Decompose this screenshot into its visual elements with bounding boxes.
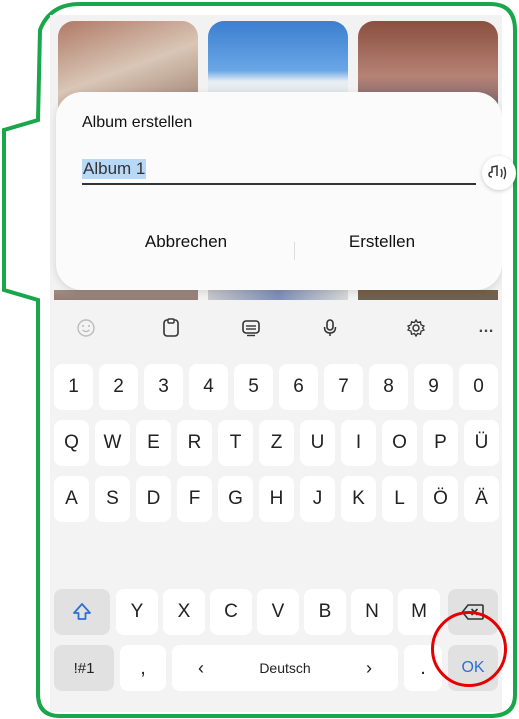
letter-key[interactable]: V bbox=[257, 589, 299, 635]
album-name-value[interactable]: Album 1 bbox=[82, 159, 147, 179]
space-key-label: Deutsch bbox=[259, 660, 311, 676]
number-key[interactable]: 5 bbox=[234, 364, 273, 410]
create-album-dialog: Album erstellen Album 1 Abbrechen Erstel… bbox=[56, 92, 502, 290]
phone-screen: Album erstellen Album 1 Abbrechen Erstel… bbox=[50, 15, 502, 712]
letter-key[interactable]: J bbox=[300, 476, 335, 522]
letter-key[interactable]: H bbox=[259, 476, 294, 522]
letter-key[interactable]: Q bbox=[54, 420, 89, 466]
keyboard-mode-icon[interactable] bbox=[239, 316, 263, 340]
letter-key[interactable]: B bbox=[304, 589, 346, 635]
keyboard: … 1234567890 QWERTZUIOPÜ ASDFGHJKLÖÄ YXC… bbox=[50, 300, 502, 712]
space-key[interactable]: ‹ Deutsch › bbox=[172, 645, 398, 691]
letter-key[interactable]: M bbox=[398, 589, 440, 635]
number-key[interactable]: 2 bbox=[99, 364, 138, 410]
letter-key[interactable]: U bbox=[300, 420, 335, 466]
letter-key[interactable]: P bbox=[423, 420, 458, 466]
letter-key[interactable]: F bbox=[177, 476, 212, 522]
letter-key[interactable]: G bbox=[218, 476, 253, 522]
number-key[interactable]: 1 bbox=[54, 364, 93, 410]
number-key[interactable]: 0 bbox=[459, 364, 498, 410]
letter-key[interactable]: T bbox=[218, 420, 253, 466]
ok-key[interactable]: OK bbox=[448, 645, 498, 691]
letter-key[interactable]: Ä bbox=[464, 476, 499, 522]
number-key[interactable]: 3 bbox=[144, 364, 183, 410]
letter-key[interactable]: A bbox=[54, 476, 89, 522]
backspace-key[interactable] bbox=[448, 589, 498, 635]
letter-key[interactable]: D bbox=[136, 476, 171, 522]
more-options-button[interactable]: … bbox=[474, 316, 498, 340]
number-key[interactable]: 4 bbox=[189, 364, 228, 410]
symbols-key[interactable]: !#1 bbox=[54, 645, 114, 691]
cancel-button[interactable]: Abbrechen bbox=[96, 232, 276, 252]
letter-key[interactable]: Z bbox=[259, 420, 294, 466]
comma-key[interactable]: , bbox=[120, 645, 166, 691]
letter-key[interactable]: Ü bbox=[464, 420, 499, 466]
settings-icon[interactable] bbox=[404, 316, 428, 340]
number-key[interactable]: 8 bbox=[369, 364, 408, 410]
letter-key[interactable]: S bbox=[95, 476, 130, 522]
shift-key[interactable] bbox=[54, 589, 110, 635]
letter-key[interactable]: Ö bbox=[423, 476, 458, 522]
letter-key[interactable]: N bbox=[351, 589, 393, 635]
letter-key[interactable]: C bbox=[210, 589, 252, 635]
letter-key[interactable]: O bbox=[382, 420, 417, 466]
dialog-title: Album erstellen bbox=[82, 114, 193, 131]
number-key[interactable]: 7 bbox=[324, 364, 363, 410]
emoji-icon[interactable] bbox=[74, 316, 98, 340]
letter-key[interactable]: E bbox=[136, 420, 171, 466]
create-button[interactable]: Erstellen bbox=[292, 232, 472, 252]
clipboard-icon[interactable] bbox=[159, 316, 183, 340]
letter-key[interactable]: I bbox=[341, 420, 376, 466]
letter-key[interactable]: W bbox=[95, 420, 130, 466]
number-key[interactable]: 6 bbox=[279, 364, 318, 410]
microphone-icon[interactable] bbox=[318, 316, 342, 340]
keyboard-toolbar: … bbox=[50, 300, 502, 358]
letter-key[interactable]: L bbox=[382, 476, 417, 522]
letter-key[interactable]: R bbox=[177, 420, 212, 466]
chevron-right-icon: › bbox=[366, 657, 372, 678]
number-key[interactable]: 9 bbox=[414, 364, 453, 410]
period-key[interactable]: . bbox=[404, 645, 442, 691]
letter-key[interactable]: X bbox=[163, 589, 205, 635]
voice-input-icon[interactable] bbox=[482, 156, 516, 190]
letter-key[interactable]: Y bbox=[116, 589, 158, 635]
letter-key[interactable]: K bbox=[341, 476, 376, 522]
chevron-left-icon: ‹ bbox=[198, 657, 204, 678]
